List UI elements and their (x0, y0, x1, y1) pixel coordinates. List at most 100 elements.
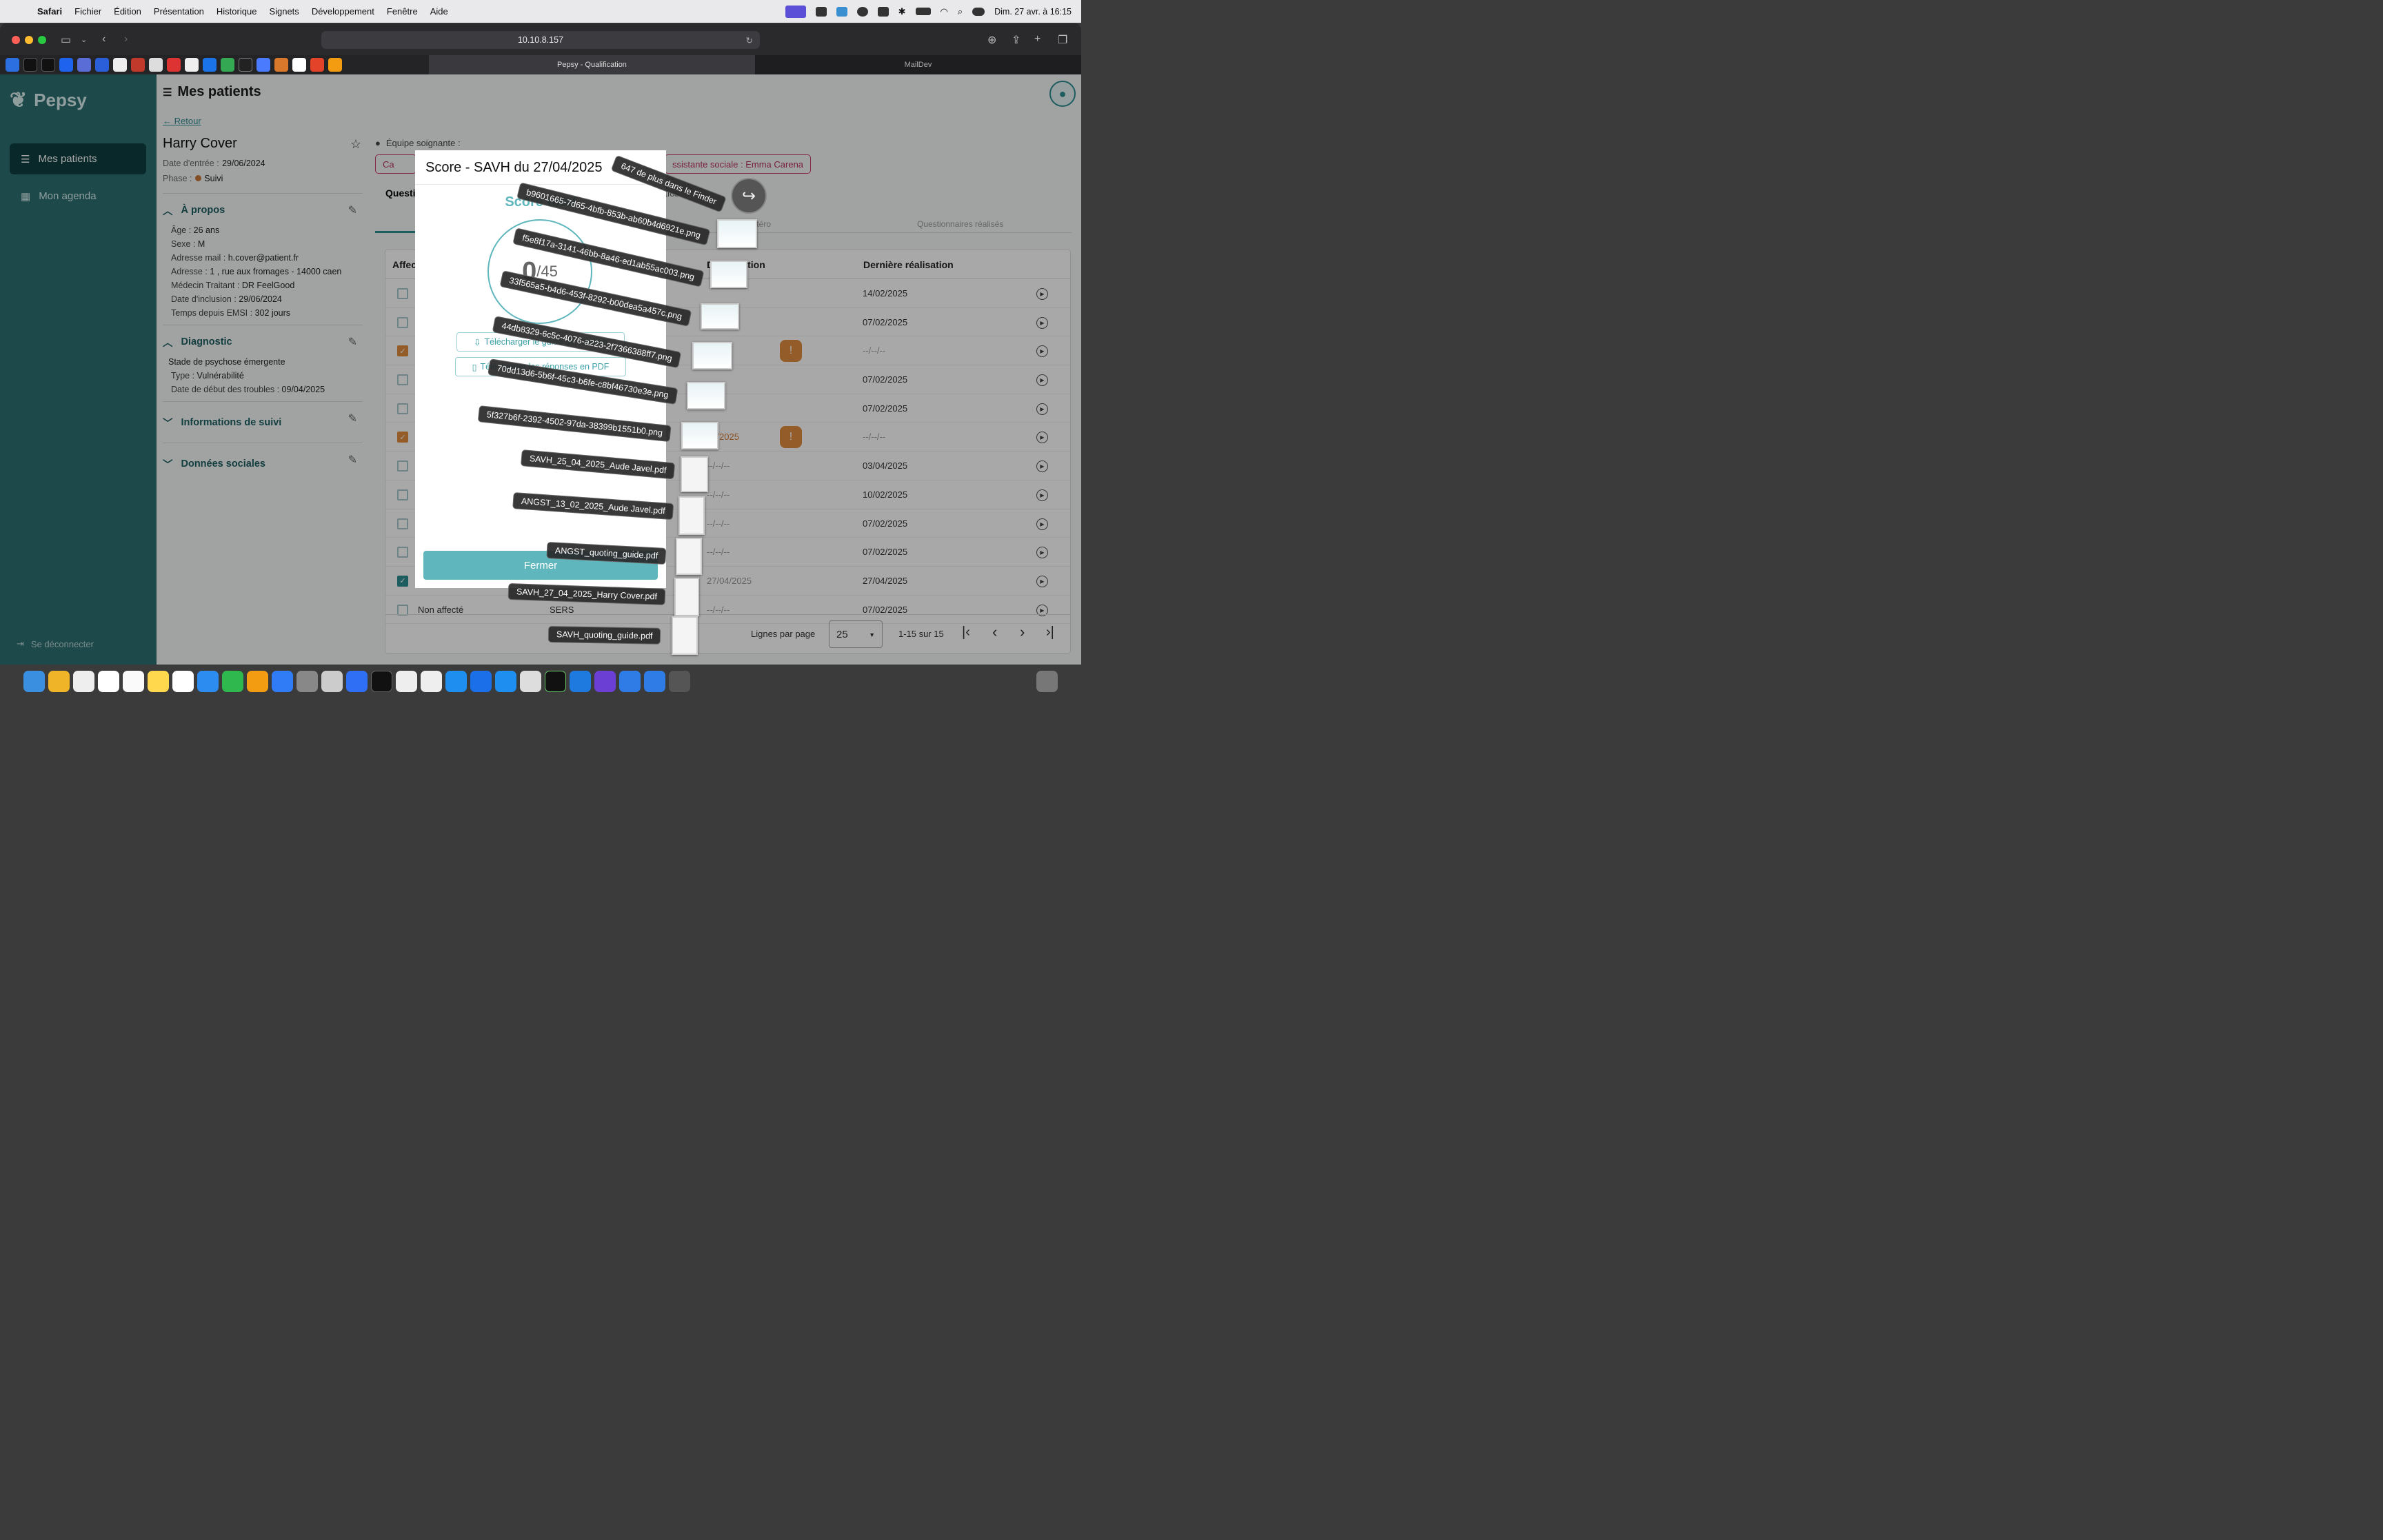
menu-item[interactable]: Fenêtre (387, 6, 418, 17)
minimize-window-button[interactable] (25, 36, 33, 44)
downloads-icon[interactable]: ⊕ (987, 33, 996, 47)
app-icon[interactable] (644, 670, 665, 692)
new-tab-icon[interactable]: + (1034, 33, 1040, 45)
grammarly-icon[interactable] (815, 6, 827, 17)
photos-icon[interactable] (73, 670, 94, 692)
screen-icon[interactable] (785, 5, 806, 18)
app-icon[interactable] (619, 670, 641, 692)
battery-icon[interactable] (915, 8, 931, 15)
tab-pepsy[interactable]: Pepsy - Qualification (429, 55, 755, 74)
favorite-icon[interactable] (167, 58, 181, 72)
pdf-thumbnail (674, 578, 699, 616)
gemini-icon[interactable] (257, 58, 270, 72)
image-thumbnail (687, 382, 725, 409)
claude-icon[interactable] (274, 58, 288, 72)
keynote-icon[interactable] (197, 670, 219, 692)
favorite-icon[interactable] (113, 58, 127, 72)
chrome-icon[interactable] (396, 670, 417, 692)
share-icon[interactable]: ⇪ (1012, 33, 1020, 47)
control-center-icon[interactable] (972, 7, 985, 16)
pages-icon[interactable] (247, 670, 268, 692)
menu-item[interactable]: Fichier (74, 6, 101, 17)
menu-item[interactable]: Présentation (154, 6, 204, 17)
sidebar-toggle-icon[interactable]: ▭ (61, 33, 71, 47)
system-settings-icon[interactable] (296, 670, 318, 692)
app-icon[interactable] (421, 670, 442, 692)
favorites-and-tabs-bar: Pepsy - Qualification MailDev (0, 55, 1081, 74)
favorite-icon[interactable] (95, 58, 109, 72)
forward-icon[interactable]: › (124, 33, 128, 45)
tab-label: MailDev (904, 61, 932, 69)
downloads-stack-icon[interactable] (669, 670, 690, 692)
freeform-icon[interactable] (172, 670, 194, 692)
calendar-icon[interactable] (98, 670, 119, 692)
favorite-icon[interactable] (221, 58, 234, 72)
app-icon[interactable] (321, 670, 343, 692)
favorite-icon[interactable] (77, 58, 91, 72)
openai-icon[interactable] (239, 58, 252, 72)
favorite-icon[interactable] (131, 58, 145, 72)
url-text: 10.10.8.157 (517, 35, 564, 45)
browser-toolbar: ▭ ⌄ ‹ › 10.10.8.157 ↻ ⊕ ⇪ + ❐ (0, 23, 1081, 55)
menu-item[interactable]: Aide (430, 6, 448, 17)
favorites-bar (0, 55, 429, 74)
close-window-button[interactable] (12, 36, 20, 44)
tab-overview-icon[interactable]: ❐ (1058, 33, 1067, 47)
back-icon[interactable]: ‹ (102, 33, 105, 45)
app-store-icon[interactable] (272, 670, 293, 692)
notes-icon[interactable] (148, 670, 169, 692)
bluetooth-icon[interactable]: ✱ (898, 6, 906, 17)
github-icon[interactable] (23, 58, 37, 72)
dragged-file-label: SAVH_quoting_guide.pdf (547, 626, 661, 645)
gitlab-icon[interactable] (310, 58, 324, 72)
wifi-icon[interactable]: ◠ (941, 6, 948, 17)
vscode-icon[interactable] (570, 670, 591, 692)
github-icon[interactable] (41, 58, 55, 72)
favorite-icon[interactable] (149, 58, 163, 72)
reminders-icon[interactable] (123, 670, 144, 692)
safari-icon[interactable] (445, 670, 467, 692)
calendar-favorite-icon[interactable] (203, 58, 217, 72)
file-icon: ▯ (472, 362, 477, 372)
terminal-icon[interactable] (371, 670, 392, 692)
app-icon[interactable] (520, 670, 541, 692)
apple-favorite-icon[interactable] (185, 58, 199, 72)
macos-menubar: Safari Fichier Édition Présentation Hist… (0, 0, 1081, 23)
app-icon[interactable] (495, 670, 516, 692)
menu-item[interactable]: Signets (269, 6, 299, 17)
numbers-icon[interactable] (222, 670, 243, 692)
xcode-icon[interactable] (346, 670, 368, 692)
drive-icon[interactable] (877, 6, 889, 17)
docker-icon[interactable] (59, 58, 73, 72)
menu-item[interactable]: Édition (114, 6, 141, 17)
download-icon: ⇩ (473, 337, 481, 347)
image-thumbnail (717, 219, 757, 248)
image-thumbnail (710, 261, 747, 288)
menu-item[interactable]: Développement (312, 6, 374, 17)
search-icon[interactable]: ⌕ (958, 6, 963, 17)
maps-icon[interactable] (470, 670, 492, 692)
app-icon[interactable] (594, 670, 616, 692)
favorite-icon[interactable] (6, 58, 19, 72)
image-thumbnail (692, 342, 732, 369)
tab-maildev[interactable]: MailDev (755, 55, 1081, 74)
trash-icon[interactable] (1036, 670, 1058, 692)
globe-icon[interactable] (856, 6, 868, 17)
pdf-thumbnail (678, 496, 705, 535)
chevron-down-icon[interactable]: ⌄ (81, 35, 87, 44)
favorite-icon[interactable] (328, 58, 342, 72)
tab-label: Pepsy - Qualification (557, 61, 627, 69)
finder-icon[interactable] (23, 670, 45, 692)
pycharm-icon[interactable] (545, 670, 566, 692)
menu-app[interactable]: Safari (37, 6, 62, 17)
translate-icon[interactable] (836, 6, 847, 17)
pdf-thumbnail (672, 616, 698, 655)
zoom-window-button[interactable] (38, 36, 46, 44)
button-label: Fermer (523, 559, 558, 571)
gmail-icon[interactable] (292, 58, 306, 72)
menu-item[interactable]: Historique (217, 6, 257, 17)
clock[interactable]: Dim. 27 avr. à 16:15 (994, 7, 1072, 17)
launchpad-icon[interactable] (48, 670, 70, 692)
url-bar[interactable]: 10.10.8.157 ↻ (321, 31, 760, 49)
reload-icon[interactable]: ↻ (746, 35, 753, 45)
